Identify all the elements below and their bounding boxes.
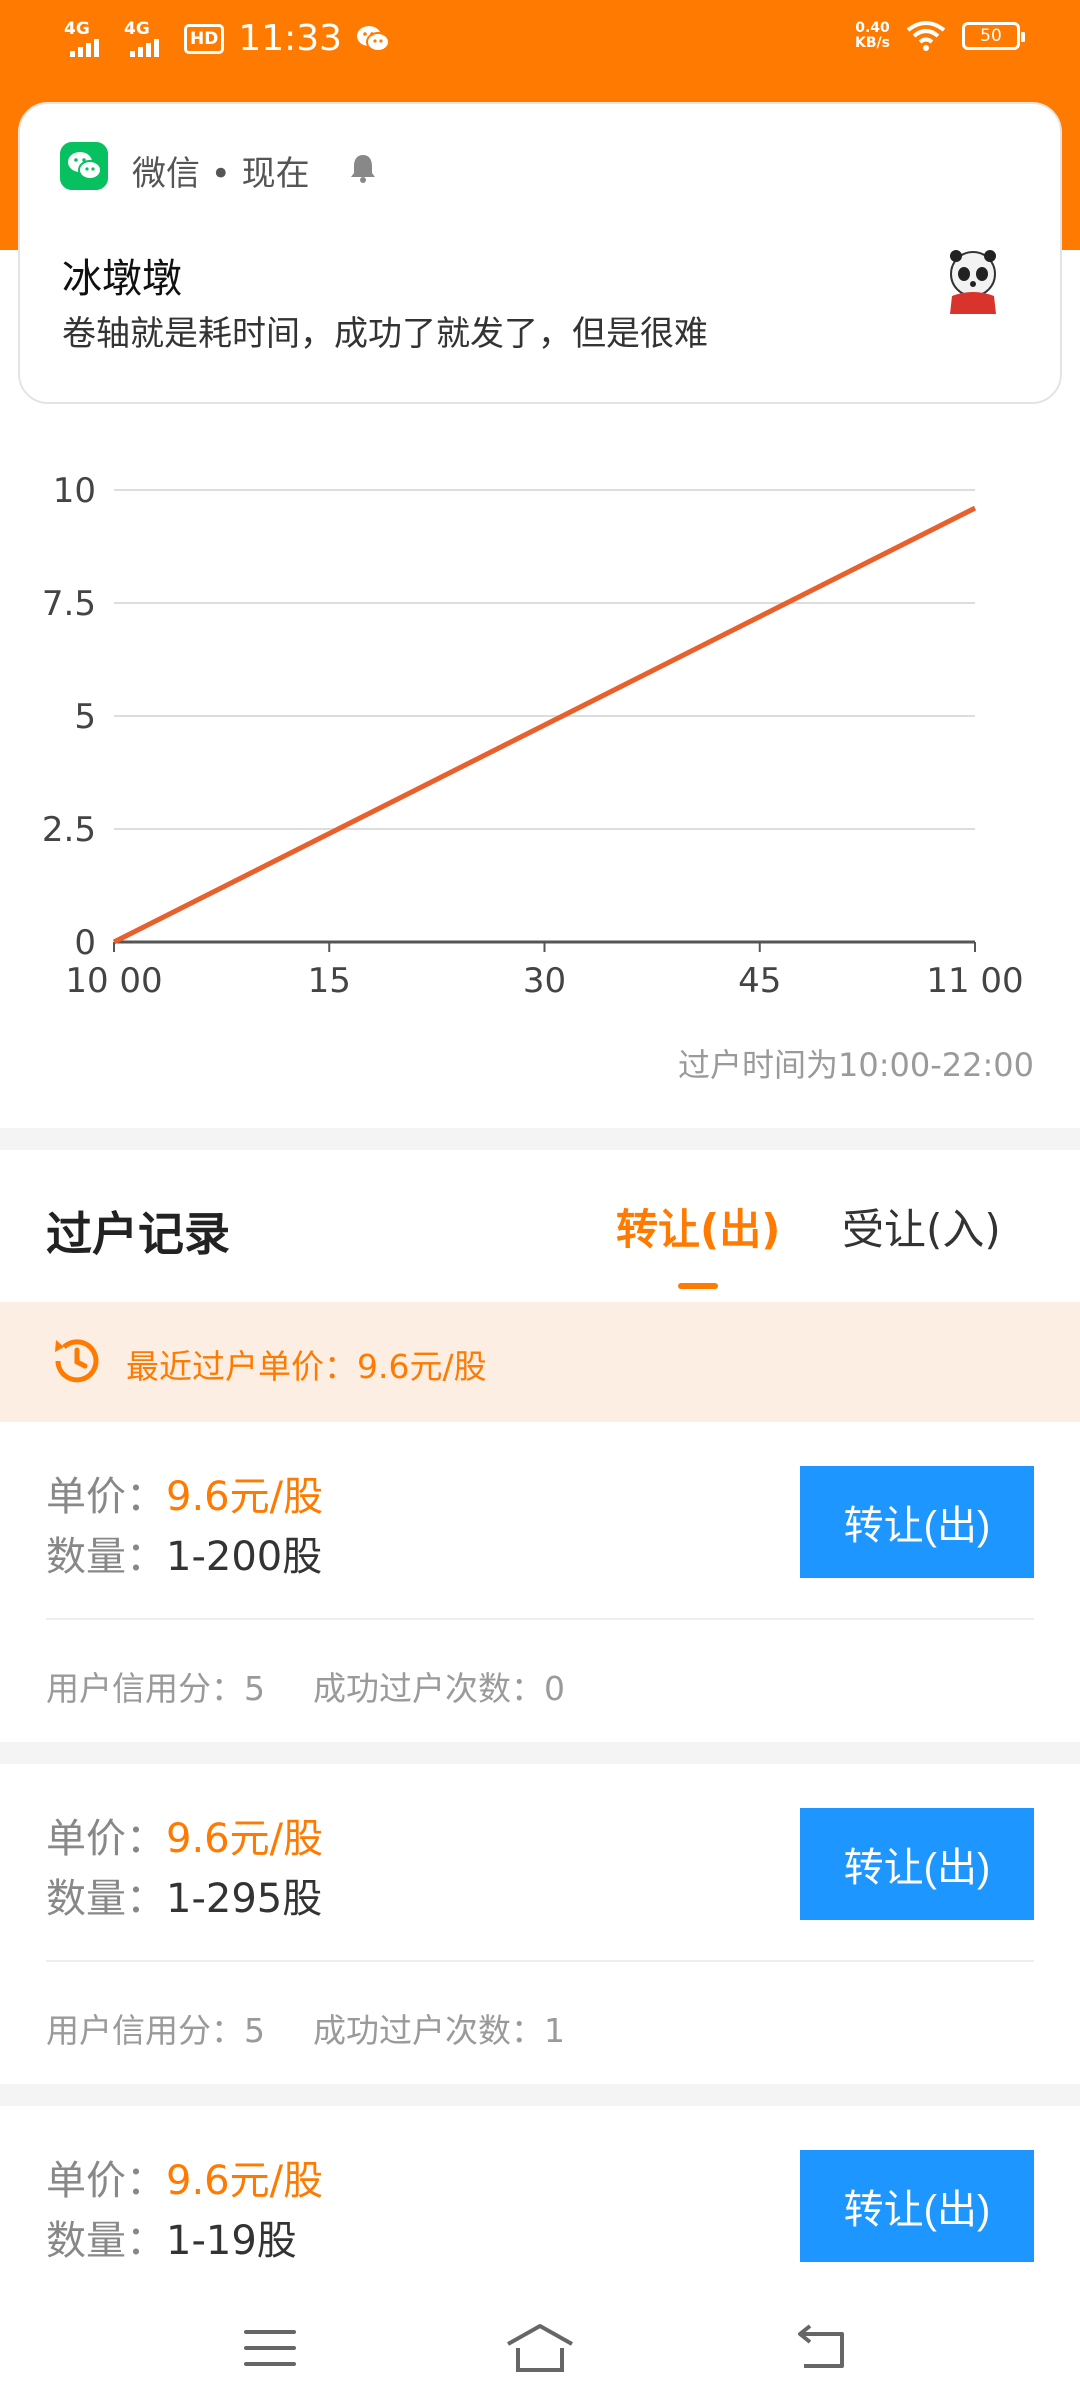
price-value: 9.6元/股 — [166, 1816, 324, 1862]
hd-badge: HD — [184, 23, 225, 54]
price-label: 单价： — [46, 2158, 166, 2204]
transfer-out-button[interactable]: 转让(出) — [800, 2150, 1034, 2262]
price-row: 单价：9.6元/股 — [46, 1464, 323, 1522]
notification-app-label: 微信 • 现在 — [132, 154, 310, 194]
x-tick-label: 15 — [308, 961, 351, 1001]
credit-score: 用户信用分：5 — [46, 1669, 265, 1708]
price-label: 单价： — [46, 1816, 166, 1862]
quantity-row: 数量：1-19股 — [46, 2208, 297, 2266]
section-divider — [0, 2084, 1080, 2106]
section-divider — [0, 1742, 1080, 1764]
y-tick-label: 7.5 — [42, 584, 96, 624]
y-tick-label: 2.5 — [42, 810, 96, 850]
recent-price-text: 最近过户单价：9.6元/股 — [126, 1347, 487, 1386]
notification-sender: 冰墩墩 — [62, 256, 182, 302]
credit-score: 用户信用分：5 — [46, 2011, 265, 2050]
chart-note: 过户时间为10:00-22:00 — [678, 1046, 1034, 1084]
wifi-icon — [906, 21, 946, 51]
x-tick-label: 45 — [738, 961, 781, 1001]
list-item: 单价：9.6元/股 数量：1-19股 转让(出) — [0, 2106, 1080, 2288]
success-count: 成功过户次数：1 — [313, 2011, 565, 2050]
avatar — [950, 250, 996, 314]
wechat-icon — [357, 25, 391, 52]
wechat-icon — [60, 142, 108, 190]
recent-price-banner: 最近过户单价：9.6元/股 — [0, 1302, 1080, 1422]
item-meta: 用户信用分：5 成功过户次数：1 — [46, 2004, 565, 2052]
transfer-out-button[interactable]: 转让(出) — [800, 1466, 1034, 1578]
records-title: 过户记录 — [46, 1207, 230, 1261]
x-tick-label: 10 00 — [65, 961, 162, 1001]
tab-transfer-in[interactable]: 受让(入) — [842, 1196, 1001, 1257]
net-speed-unit: KB/s — [855, 35, 890, 51]
tab-transfer-out[interactable]: 转让(出) — [616, 1196, 780, 1257]
price-value: 9.6元/股 — [166, 2158, 324, 2204]
net-speed-value: 0.40 — [855, 20, 890, 36]
quantity-label: 数量： — [46, 1534, 166, 1580]
list-item: 单价：9.6元/股 数量：1-295股 转让(出) 用户信用分：5 成功过户次数：… — [0, 1764, 1080, 2084]
battery-icon: 50 — [962, 22, 1025, 50]
quantity-row: 数量：1-295股 — [46, 1866, 322, 1924]
status-left: 4G 4G HD 11:33 — [64, 18, 391, 59]
price-label: 单价： — [46, 1474, 166, 1520]
quantity-row: 数量：1-200股 — [46, 1524, 322, 1582]
y-tick-label: 0 — [74, 923, 96, 963]
transfer-out-button[interactable]: 转让(出) — [800, 1808, 1034, 1920]
x-tick-label: 30 — [523, 961, 566, 1001]
signal-type-label: 4G — [124, 18, 150, 39]
success-count: 成功过户次数：0 — [313, 1669, 565, 1708]
status-right: 0.40 KB/s 50 — [855, 20, 1025, 52]
signal-icon: 4G — [64, 19, 110, 59]
list-item: 单价：9.6元/股 数量：1-200股 转让(出) 用户信用分：5 成功过户次数：… — [0, 1422, 1080, 1742]
x-tick-label: 11 00 — [926, 961, 1023, 1001]
quantity-value: 1-200股 — [166, 1534, 323, 1580]
section-divider — [0, 1128, 1080, 1150]
item-meta: 用户信用分：5 成功过户次数：0 — [46, 1662, 565, 1710]
signal-icon: 4G — [124, 19, 170, 59]
quantity-value: 1-295股 — [166, 1876, 323, 1922]
price-row: 单价：9.6元/股 — [46, 2148, 323, 2206]
y-tick-label: 5 — [74, 697, 96, 737]
signal-type-label: 4G — [64, 18, 90, 39]
home-icon[interactable] — [504, 2318, 576, 2378]
menu-icon[interactable] — [240, 2318, 300, 2378]
page: 4G 4G HD 11:33 0.40 KB/s 50 微信 • 现在 冰墩墩 … — [0, 0, 1080, 2408]
item-separator — [46, 1960, 1034, 1962]
back-icon[interactable] — [792, 2318, 852, 2378]
status-time: 11:33 — [238, 18, 343, 59]
status-bar: 4G 4G HD 11:33 0.40 KB/s 50 — [0, 0, 1080, 84]
y-tick-label: 10 — [53, 471, 96, 511]
bell-icon — [351, 155, 375, 183]
system-nav-bar — [0, 2288, 1080, 2408]
clock-refresh-icon — [55, 1339, 99, 1383]
price-value: 9.6元/股 — [166, 1474, 324, 1520]
item-separator — [46, 1618, 1034, 1620]
quantity-label: 数量： — [46, 1876, 166, 1922]
series-line — [112, 505, 977, 945]
price-line-chart: 0 2.5 5 7.5 10 10 00 15 30 45 11 00 — [42, 471, 1024, 1001]
tab-active-indicator — [678, 1283, 718, 1289]
net-speed: 0.40 KB/s — [855, 21, 890, 51]
quantity-label: 数量： — [46, 2218, 166, 2264]
notification-message: 卷轴就是耗时间，成功了就发了，但是很难 — [62, 314, 708, 354]
quantity-value: 1-19股 — [166, 2218, 297, 2264]
wechat-notification[interactable]: 微信 • 现在 冰墩墩 卷轴就是耗时间，成功了就发了，但是很难 — [18, 102, 1062, 404]
price-row: 单价：9.6元/股 — [46, 1806, 323, 1864]
